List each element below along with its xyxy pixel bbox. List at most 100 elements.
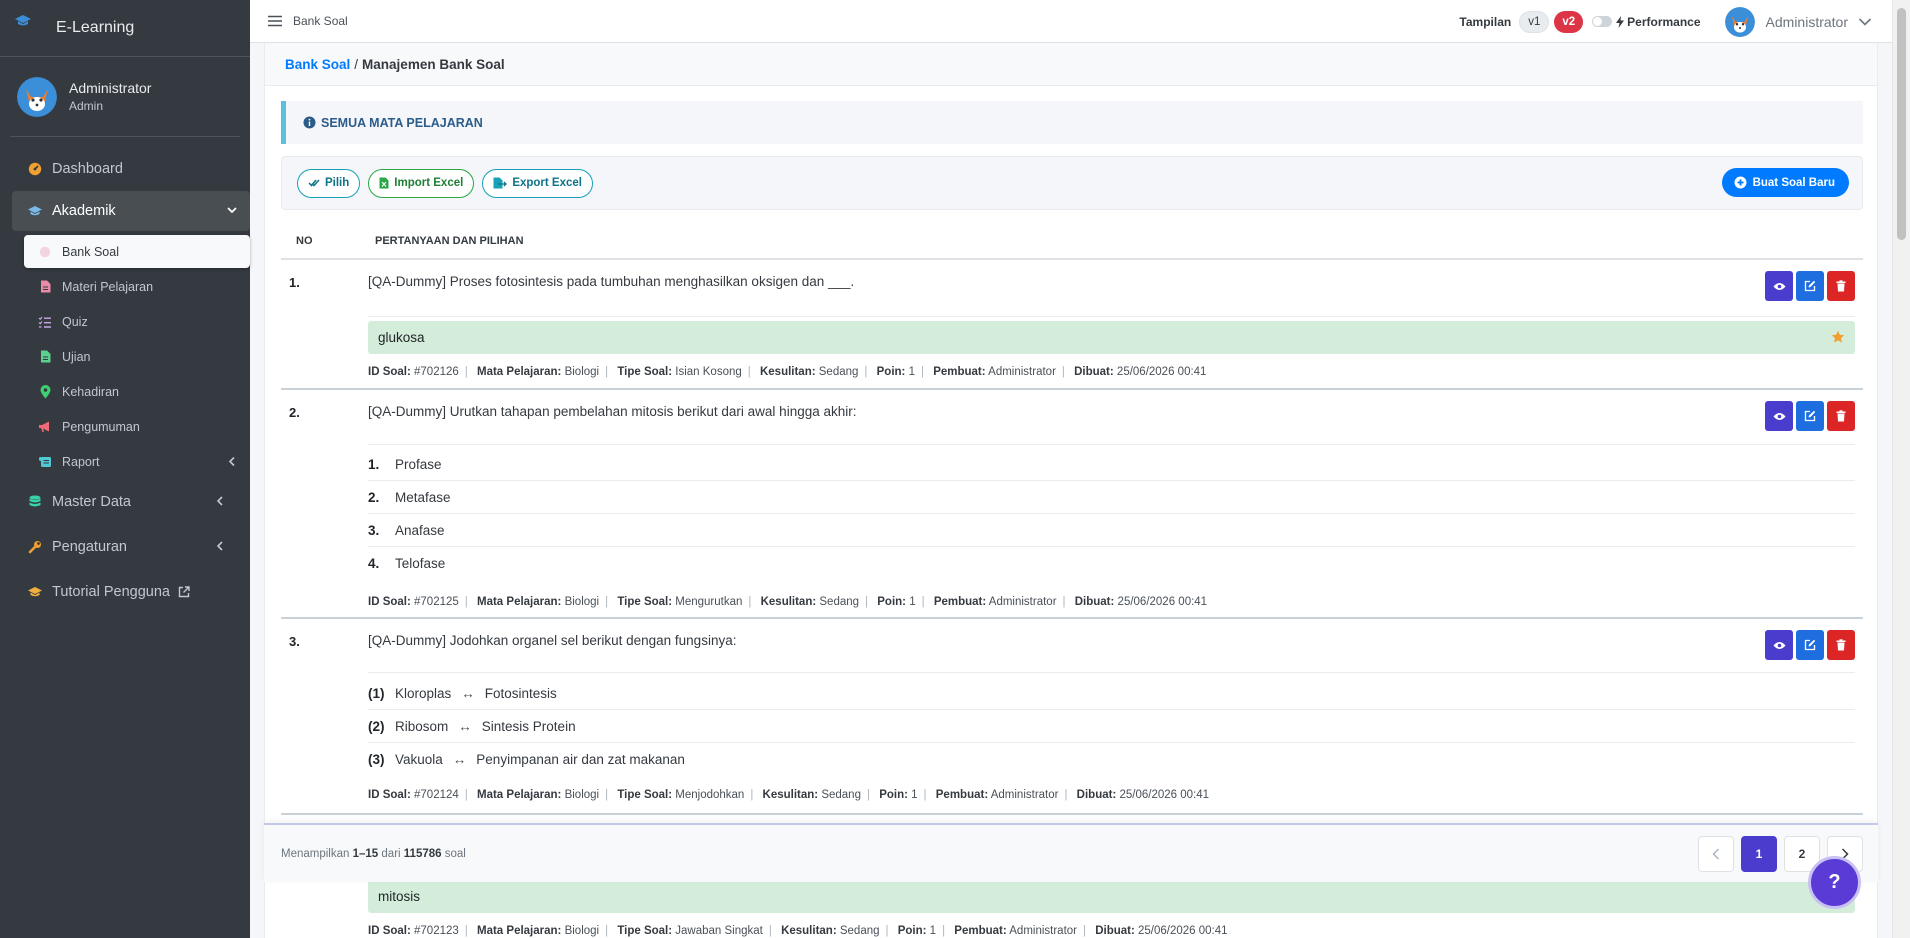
- toolbar: Pilih Import Excel Export Excel Buat Soa…: [281, 156, 1863, 210]
- question-actions: [1762, 271, 1855, 301]
- performance-toggle[interactable]: [1592, 16, 1613, 27]
- sidebar-user-role: Admin: [69, 99, 104, 113]
- scrollbar[interactable]: [1892, 0, 1910, 938]
- sidebar-subitem-ujian[interactable]: Ujian: [24, 340, 250, 373]
- file-alt-icon: [38, 350, 52, 364]
- brand-text: E-Learning: [56, 19, 135, 36]
- page-button-1[interactable]: 1: [1741, 836, 1777, 872]
- tampilan-label: Tampilan: [1459, 14, 1512, 29]
- sidebar-subitem-quiz[interactable]: Quiz: [24, 305, 250, 338]
- topbar: Bank Soal Tampilan v1 v2 Performance Adm…: [250, 0, 1892, 43]
- sidebar-item-label: Dashboard: [52, 161, 123, 177]
- question-meta: ID Soal: #702123 | Mata Pelajaran: Biolog…: [368, 925, 1228, 937]
- brand[interactable]: E-Learning: [0, 0, 250, 57]
- graduation-cap-icon: [27, 584, 43, 600]
- sidebar-item-dashboard[interactable]: Dashboard: [12, 149, 238, 189]
- pagination-bar: Menampilkan 1–15 dari 115786 soal 1 2: [264, 823, 1878, 882]
- scrollbar-thumb[interactable]: [1897, 8, 1906, 240]
- question-row: 3. [QA-Dummy] Jodohkan organel sel berik…: [281, 619, 1863, 815]
- edit-button[interactable]: [1796, 401, 1824, 431]
- help-button[interactable]: ?: [1808, 856, 1861, 909]
- create-question-label: Buat Soal Baru: [1752, 176, 1835, 189]
- view-v1-button[interactable]: v1: [1519, 10, 1550, 33]
- wrench-icon: [27, 539, 43, 555]
- divider: [368, 444, 1855, 445]
- delete-button[interactable]: [1827, 401, 1855, 431]
- trash-icon: [1836, 639, 1846, 651]
- view-button[interactable]: [1765, 271, 1793, 301]
- answer-text: glukosa: [378, 330, 425, 345]
- option-item: 2. Metafase: [368, 481, 1855, 514]
- view-v2-button[interactable]: v2: [1554, 10, 1584, 33]
- sidebar-item-akademik[interactable]: Akademik: [12, 191, 250, 231]
- bolt-icon: [1616, 15, 1627, 28]
- sidebar-item-label: Akademik: [52, 203, 116, 219]
- user-menu-name: Administrator: [1765, 13, 1848, 30]
- sidebar-subitem-bank-soal[interactable]: Bank Soal: [24, 235, 250, 268]
- chevron-left-icon: [214, 540, 226, 552]
- view-button[interactable]: [1765, 630, 1793, 660]
- breadcrumb-link[interactable]: Bank Soal: [285, 57, 350, 72]
- breadcrumb: Bank Soal / Manajemen Bank Soal: [265, 43, 1877, 86]
- sidebar-item-label: Tutorial Pengguna: [52, 584, 170, 600]
- eye-icon: [1773, 641, 1786, 650]
- arrows-icon: ↔: [458, 718, 472, 734]
- table-header: NO PERTANYAAN DAN PILIHAN: [281, 223, 1863, 260]
- export-excel-button[interactable]: Export Excel: [482, 168, 593, 198]
- performance-text: Performance: [1627, 14, 1701, 29]
- question-meta: ID Soal: #702125 | Mata Pelajaran: Biolog…: [368, 596, 1208, 608]
- edit-button[interactable]: [1796, 630, 1824, 660]
- user-panel[interactable]: Administrator Admin: [10, 57, 240, 137]
- prev-page-button[interactable]: [1698, 836, 1734, 872]
- column-header-question: PERTANYAAN DAN PILIHAN: [375, 234, 524, 247]
- option-item: 1. Profase: [368, 448, 1855, 481]
- sidebar-subitem-kehadiran[interactable]: Kehadiran: [24, 375, 250, 408]
- menu-icon[interactable]: [268, 15, 282, 27]
- question-row: 1. [QA-Dummy] Proses fotosintesis pada t…: [281, 260, 1863, 390]
- divider: [368, 316, 1855, 317]
- sidebar-subitem-raport[interactable]: Raport: [24, 445, 250, 478]
- sidebar-item-tutorial[interactable]: Tutorial Pengguna: [12, 572, 238, 612]
- pagination-summary: Menampilkan 1–15 dari 115786 soal: [281, 847, 466, 860]
- sidebar-subitem-label: Raport: [62, 454, 100, 469]
- question-text: [QA-Dummy] Proses fotosintesis pada tumb…: [368, 274, 855, 289]
- circle-icon: [38, 245, 52, 259]
- file-icon: [38, 280, 52, 294]
- column-header-no: NO: [296, 234, 313, 247]
- import-label: Import Excel: [394, 177, 464, 189]
- sidebar-subitem-materi-pelajaran[interactable]: Materi Pelajaran: [24, 270, 250, 303]
- create-question-button[interactable]: Buat Soal Baru: [1721, 168, 1849, 197]
- sidebar-subitem-label: Kehadiran: [62, 384, 119, 399]
- star-icon: [1831, 330, 1845, 344]
- divider: [368, 672, 1855, 673]
- view-button[interactable]: [1765, 401, 1793, 431]
- question-actions: [1762, 401, 1855, 431]
- question-number: 3.: [289, 634, 300, 649]
- breadcrumb-separator: /: [354, 56, 359, 72]
- pair-list: (1) Kloroplas ↔ Fotosintesis (2) Ribosom ↔ Sin…: [368, 677, 1855, 776]
- question-meta: ID Soal: #702126 | Mata Pelajaran: Biolog…: [368, 366, 1207, 378]
- sidebar-user-name: Administrator: [69, 80, 152, 96]
- info-circle-icon: [303, 116, 316, 129]
- tachometer-icon: [27, 161, 43, 177]
- delete-button[interactable]: [1827, 630, 1855, 660]
- check-double-icon: [308, 178, 325, 188]
- sidebar-subitem-label: Bank Soal: [62, 244, 119, 259]
- bullhorn-icon: [38, 420, 52, 434]
- edit-icon: [1804, 280, 1816, 292]
- map-marker-icon: [38, 384, 52, 399]
- user-menu[interactable]: Administrator: [1724, 6, 1872, 37]
- external-link-icon: [178, 586, 190, 598]
- import-excel-button[interactable]: Import Excel: [368, 168, 475, 198]
- sidebar-subitem-pengumuman[interactable]: Pengumuman: [24, 410, 250, 443]
- avatar: [1724, 6, 1755, 37]
- performance-label[interactable]: Performance: [1616, 14, 1701, 29]
- sidebar-item-pengaturan[interactable]: Pengaturan: [12, 527, 238, 567]
- pilih-button[interactable]: Pilih: [297, 168, 361, 198]
- list-check-icon: [38, 315, 52, 329]
- edit-button[interactable]: [1796, 271, 1824, 301]
- question-number: 1.: [289, 275, 300, 290]
- sidebar-item-master-data[interactable]: Master Data: [12, 482, 238, 522]
- delete-button[interactable]: [1827, 271, 1855, 301]
- graduation-cap-icon: [14, 14, 32, 28]
